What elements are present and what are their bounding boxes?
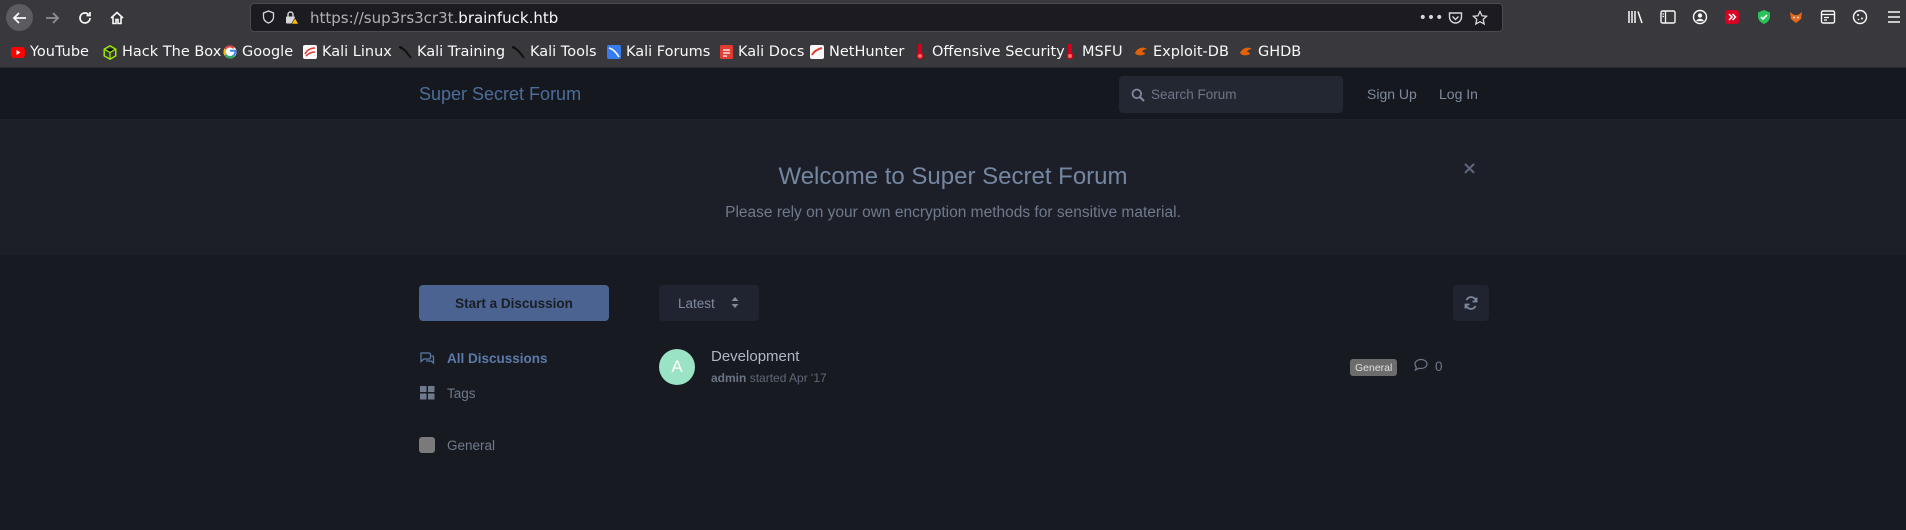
offsec-icon <box>1063 44 1077 60</box>
chat-bubbles-icon <box>419 350 435 366</box>
signup-link[interactable]: Sign Up <box>1367 86 1417 102</box>
page-actions-icon[interactable]: ••• <box>1419 9 1444 27</box>
sidebar-item-general[interactable]: General <box>419 437 495 453</box>
back-button[interactable] <box>6 4 33 31</box>
sort-arrows-icon <box>731 296 739 311</box>
extension-window-icon[interactable] <box>1818 7 1838 27</box>
hero-subtitle: Please rely on your own encryption metho… <box>725 204 1181 221</box>
comment-icon <box>1414 358 1428 374</box>
arrow-left-icon <box>12 11 26 24</box>
reload-icon <box>78 11 91 24</box>
library-icon[interactable] <box>1626 7 1646 27</box>
kali-dragon-icon <box>398 45 412 59</box>
exploitdb-icon <box>1134 45 1148 59</box>
kali-icon <box>303 45 317 59</box>
start-discussion-button[interactable]: Start a Discussion <box>419 285 609 321</box>
browser-toolbar: https://sup3rs3cr3t.brainfuck.htb ••• <box>0 0 1906 34</box>
lock-warning-icon[interactable] <box>283 9 299 25</box>
home-button[interactable] <box>103 4 130 31</box>
bookmark-kali-docs[interactable]: Kali Docs <box>719 42 804 62</box>
offsec-icon <box>913 44 927 60</box>
extension-shield-icon[interactable] <box>1754 7 1774 27</box>
search-icon <box>1131 87 1145 102</box>
bookmark-kali-forums[interactable]: Kali Forums <box>607 42 710 62</box>
extension-fox-icon[interactable] <box>1786 7 1806 27</box>
bookmark-kali-linux[interactable]: Kali Linux <box>303 42 392 62</box>
tag-color-swatch-icon <box>419 437 435 453</box>
grid-icon <box>419 385 435 401</box>
forum-brand-link[interactable]: Super Secret Forum <box>419 84 581 105</box>
tracking-shield-icon[interactable] <box>260 9 276 25</box>
forum-page: Super Secret Forum Sign Up Log In Welcom… <box>0 68 1906 530</box>
tag-badge[interactable]: General <box>1350 359 1398 376</box>
search-input[interactable] <box>1151 76 1337 113</box>
google-icon <box>223 45 237 59</box>
url-text[interactable]: https://sup3rs3cr3t.brainfuck.htb <box>310 9 558 27</box>
extension-red-icon[interactable] <box>1722 7 1742 27</box>
sidebar-item-tags[interactable]: Tags <box>419 385 476 401</box>
forum-header: Super Secret Forum Sign Up Log In <box>0 68 1906 120</box>
menu-icon[interactable] <box>1884 7 1904 27</box>
bookmark-offensive-security[interactable]: Offensive Security <box>913 42 1065 62</box>
close-icon[interactable]: × <box>1462 158 1477 179</box>
hero-title: Welcome to Super Secret Forum <box>778 163 1128 190</box>
extension-cookie-icon[interactable] <box>1850 7 1870 27</box>
url-bar[interactable]: https://sup3rs3cr3t.brainfuck.htb ••• <box>250 3 1503 32</box>
reply-count: 0 <box>1414 358 1443 374</box>
reload-button[interactable] <box>71 4 98 31</box>
nethunter-icon <box>810 45 824 59</box>
bookmark-google[interactable]: Google <box>223 42 293 62</box>
login-link[interactable]: Log In <box>1439 86 1478 102</box>
hackthebox-icon <box>103 44 117 60</box>
home-icon <box>109 10 124 24</box>
search-box[interactable] <box>1119 76 1343 113</box>
discussion-title[interactable]: Development <box>711 348 799 365</box>
exploitdb-icon <box>1239 45 1253 59</box>
sidebar-item-all-discussions[interactable]: All Discussions <box>419 350 548 366</box>
bookmark-star-icon[interactable] <box>1471 9 1489 27</box>
sort-dropdown[interactable]: Latest <box>659 285 759 321</box>
bookmark-nethunter[interactable]: NetHunter <box>810 42 904 62</box>
bookmarks-toolbar: YouTube Hack The Box Google Kali Linux K… <box>0 34 1906 68</box>
bookmark-youtube[interactable]: YouTube <box>11 42 89 62</box>
kali-dragon-icon <box>511 45 525 59</box>
youtube-icon <box>11 45 25 59</box>
sidebar-icon[interactable] <box>1658 7 1678 27</box>
welcome-hero: Welcome to Super Secret Forum Please rel… <box>0 120 1906 255</box>
avatar[interactable]: A <box>659 349 695 385</box>
account-icon[interactable] <box>1690 7 1710 27</box>
bookmark-hackthebox[interactable]: Hack The Box <box>103 42 221 62</box>
kali-forums-icon <box>607 45 621 59</box>
arrow-right-icon <box>45 11 59 24</box>
bookmark-msfu[interactable]: MSFU <box>1063 42 1123 62</box>
discussion-author[interactable]: admin <box>711 371 746 385</box>
bookmark-exploit-db[interactable]: Exploit-DB <box>1134 42 1229 62</box>
forward-button[interactable] <box>38 4 65 31</box>
refresh-button[interactable] <box>1453 285 1489 321</box>
bookmark-ghdb[interactable]: GHDB <box>1239 42 1301 62</box>
pocket-icon[interactable] <box>1446 9 1464 27</box>
bookmark-kali-tools[interactable]: Kali Tools <box>511 42 597 62</box>
bookmark-kali-training[interactable]: Kali Training <box>398 42 505 62</box>
discussion-meta: admin started Apr '17 <box>711 371 827 385</box>
kali-docs-icon <box>719 45 733 59</box>
refresh-icon <box>1464 296 1478 310</box>
